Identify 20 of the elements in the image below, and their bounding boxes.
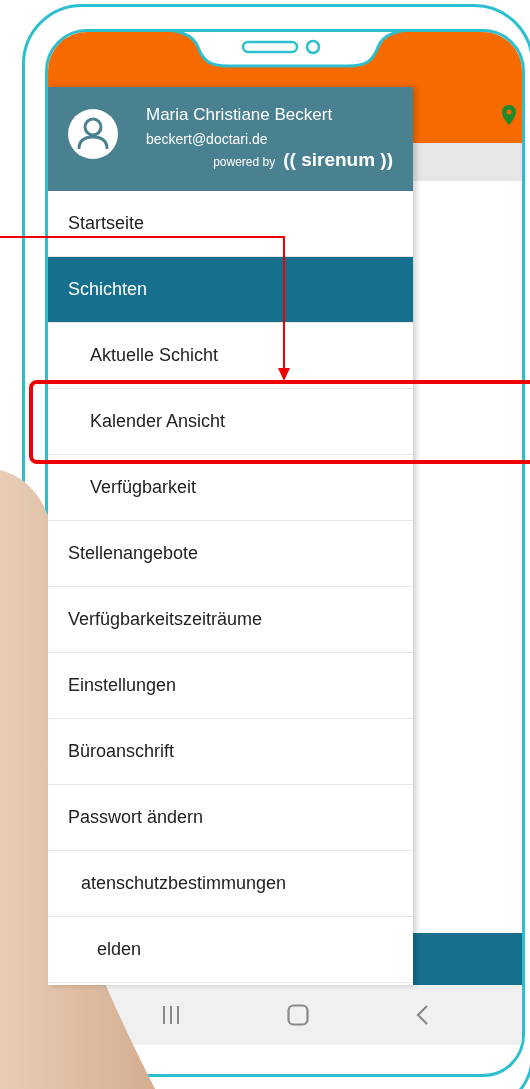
submenu-item[interactable]: Kalender Ansicht xyxy=(48,389,413,455)
menu-item[interactable]: Büroanschrift xyxy=(48,719,413,785)
user-email: beckert@doctari.de xyxy=(146,131,269,147)
avatar-icon xyxy=(68,109,118,159)
menu-item[interactable]: atenschutzbestimmungen xyxy=(48,851,413,917)
menu-item[interactable]: Passwort ändern xyxy=(48,785,413,851)
powered-by-label: powered by xyxy=(213,155,276,169)
menu-item[interactable]: elden xyxy=(48,917,413,983)
submenu-item[interactable]: Aktuelle Schicht xyxy=(48,323,413,389)
back-icon[interactable] xyxy=(415,1004,429,1026)
home-icon[interactable] xyxy=(287,1004,309,1026)
menu-item[interactable]: Schichten xyxy=(48,257,413,323)
brand-logo: (( sirenum )) xyxy=(283,149,393,171)
menu-item[interactable]: Stellenangebote xyxy=(48,521,413,587)
recent-apps-icon[interactable] xyxy=(161,1005,181,1025)
menu-item[interactable]: Verfügbarkeitszeiträume xyxy=(48,587,413,653)
submenu-item[interactable]: Verfügbarkeit xyxy=(48,455,413,521)
user-name: Maria Christiane Beckert xyxy=(146,105,334,125)
menu-item[interactable]: Einstellungen xyxy=(48,653,413,719)
menu-item[interactable]: Startseite xyxy=(48,191,413,257)
